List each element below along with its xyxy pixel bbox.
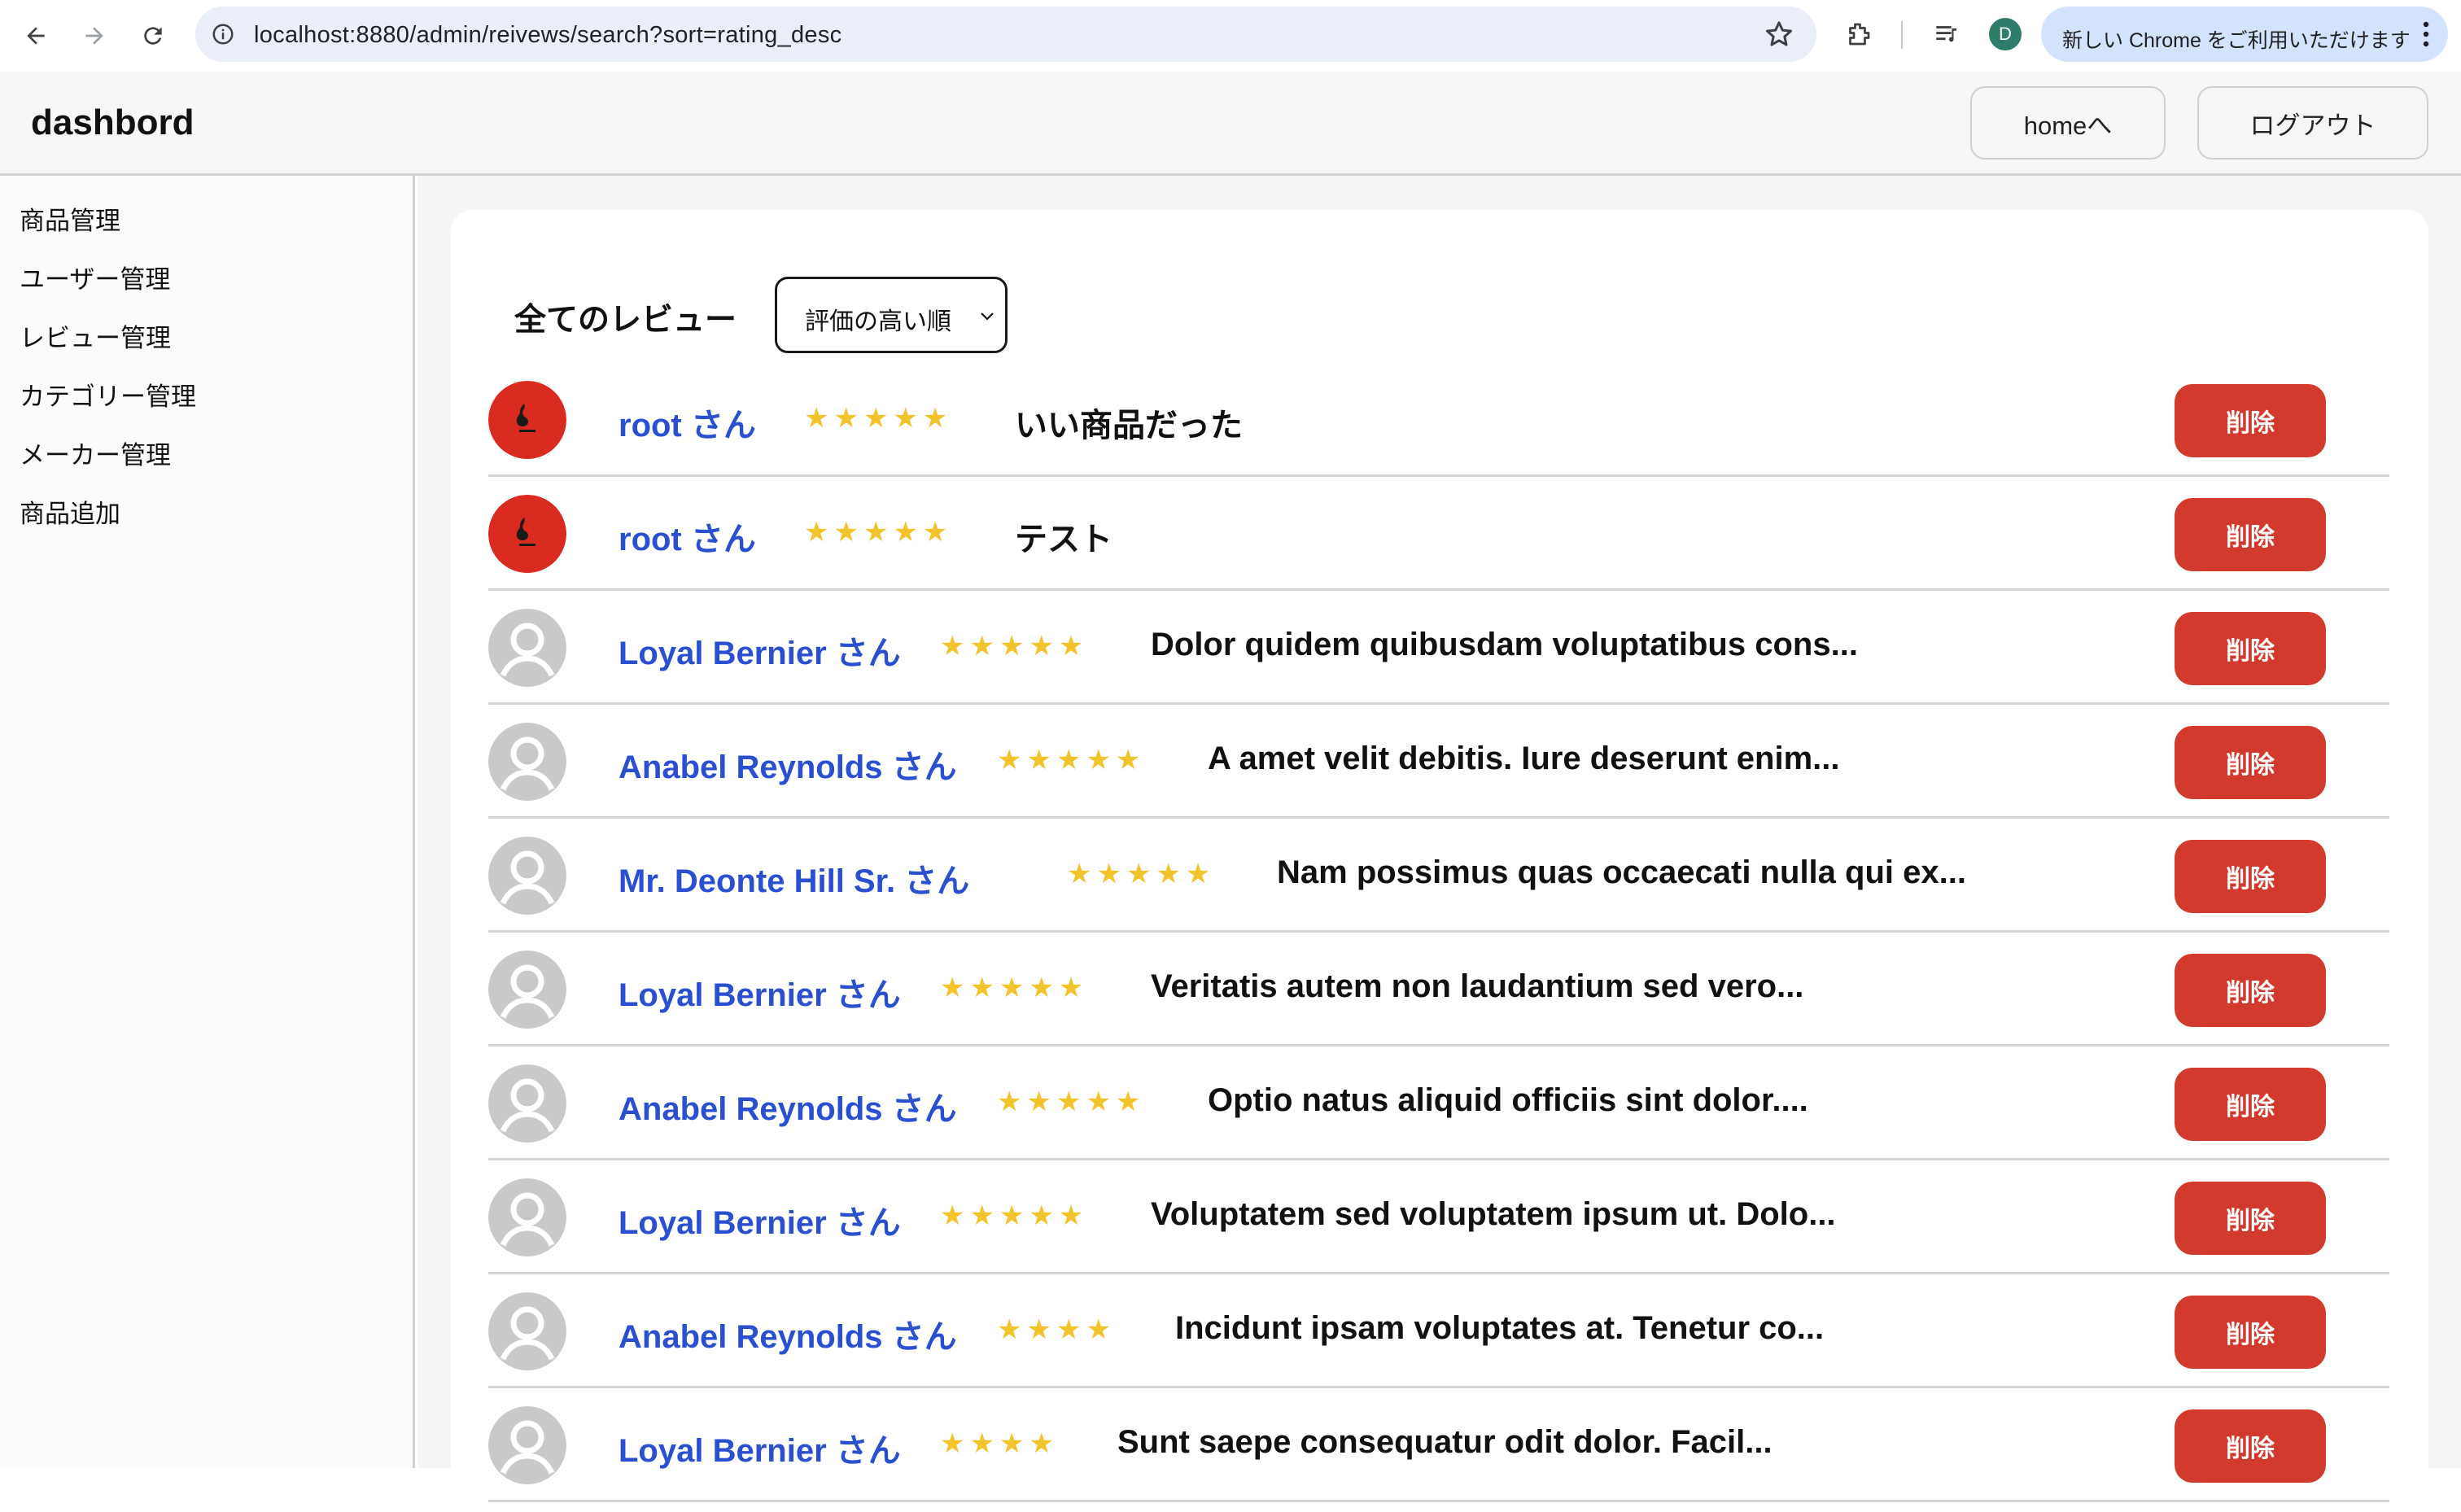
- profile-avatar[interactable]: D: [1989, 18, 2022, 50]
- reviewer-name-link[interactable]: Loyal Bernier さん: [619, 627, 901, 674]
- page-title: 全てのレビュー: [514, 303, 737, 338]
- chevron-down-icon: [981, 312, 994, 321]
- reload-icon: [144, 27, 162, 45]
- review-text: Incidunt ipsam voluptates at. Tenetur co…: [1175, 1310, 1825, 1346]
- review-text: Dolor quidem quibusdam voluptatibus cons…: [1151, 627, 1858, 662]
- rating-stars: ★★★★: [940, 1428, 1059, 1459]
- rating-stars: ★★★★★: [997, 745, 1146, 776]
- user-avatar-image: [488, 381, 566, 459]
- review-row: Anabel Reynolds さん ★★★★★ Optio natus aliqu…: [488, 1047, 2389, 1160]
- sort-select-value: 評価の高い順: [805, 308, 951, 335]
- default-avatar-icon: [488, 1406, 566, 1484]
- chrome-update-button[interactable]: 新しい Chrome をご利用いただけます: [2041, 7, 2448, 62]
- delete-button[interactable]: 削除: [2175, 1182, 2326, 1255]
- default-avatar-icon: [488, 723, 566, 801]
- reviewer-name-link[interactable]: root さん: [619, 513, 756, 560]
- delete-button[interactable]: 削除: [2175, 726, 2326, 799]
- reviewer-name-link[interactable]: Anabel Reynolds さん: [619, 1310, 957, 1357]
- default-avatar-icon: [488, 1064, 566, 1143]
- forward-button[interactable]: [73, 15, 116, 57]
- arrow-right-icon: [85, 27, 103, 45]
- sidebar-item-add-product[interactable]: 商品追加: [20, 493, 120, 530]
- rating-stars: ★★★★★: [1067, 859, 1216, 889]
- delete-button[interactable]: 削除: [2175, 954, 2326, 1027]
- review-text: Voluptatem sed voluptatem ipsum ut. Dolo…: [1151, 1196, 1836, 1232]
- sidebar-item-reviews[interactable]: レビュー管理: [20, 317, 171, 354]
- sidebar-item-categories[interactable]: カテゴリー管理: [20, 376, 196, 413]
- media-queue-icon[interactable]: [1929, 16, 1965, 52]
- reviewer-name-link[interactable]: Loyal Bernier さん: [619, 1196, 901, 1243]
- review-text: Veritatis autem non laudantium sed vero.…: [1151, 968, 1804, 1004]
- default-avatar-icon: [488, 837, 566, 915]
- reviewer-name-link[interactable]: root さん: [619, 399, 756, 446]
- review-row: Loyal Bernier さん ★★★★★ Dolor quidem quibus…: [488, 591, 2389, 705]
- reviewer-name-link[interactable]: Loyal Bernier さん: [619, 968, 901, 1016]
- review-row: Loyal Bernier さん ★★★★★ Veritatis autem non…: [488, 933, 2389, 1047]
- sidebar-item-products[interactable]: 商品管理: [20, 200, 120, 237]
- review-row: Anabel Reynolds さん ★★★★★ A amet velit debi…: [488, 705, 2389, 819]
- reviewer-name-link[interactable]: Mr. Deonte Hill Sr. さん: [619, 854, 969, 902]
- review-text: Nam possimus quas occaecati nulla qui ex…: [1277, 854, 1966, 890]
- review-row: Anabel Reynolds さん ★★★★ Incidunt ipsam vol…: [488, 1274, 2389, 1388]
- review-text: A amet velit debitis. Iure deserunt enim…: [1208, 741, 1840, 776]
- review-row: root さん ★★★★★ いい商品だった 削除: [488, 363, 2389, 477]
- default-avatar-icon: [488, 1292, 566, 1370]
- sidebar: [0, 176, 415, 1468]
- review-text: Optio natus aliquid officiis sint dolor.…: [1208, 1082, 1808, 1118]
- rating-stars: ★★★★★: [940, 1200, 1089, 1231]
- bookmark-star-icon[interactable]: [1763, 18, 1795, 50]
- address-bar[interactable]: localhost:8880/admin/reivews/search?sort…: [195, 7, 1816, 62]
- sidebar-item-makers[interactable]: メーカー管理: [20, 435, 171, 471]
- sort-select[interactable]: 評価の高い順: [775, 277, 1008, 353]
- extensions-icon[interactable]: [1841, 16, 1877, 52]
- reviewer-name-link[interactable]: Anabel Reynolds さん: [619, 1082, 957, 1130]
- logout-button[interactable]: ログアウト: [2197, 86, 2428, 160]
- reload-button[interactable]: [132, 15, 174, 57]
- back-button[interactable]: [15, 15, 57, 57]
- delete-button[interactable]: 削除: [2175, 384, 2326, 457]
- review-text: いい商品だった: [1015, 408, 1243, 444]
- delete-button[interactable]: 削除: [2175, 1296, 2326, 1369]
- user-avatar-image: [488, 495, 566, 573]
- rating-stars: ★★★★★: [804, 517, 953, 548]
- review-row: Loyal Bernier さん ★★★★★ Voluptatem sed volu…: [488, 1160, 2389, 1274]
- rating-stars: ★★★★★: [940, 972, 1089, 1003]
- delete-button[interactable]: 削除: [2175, 1409, 2326, 1483]
- delete-button[interactable]: 削除: [2175, 1068, 2326, 1141]
- review-text: テスト: [1015, 522, 1112, 557]
- chrome-update-text: 新しい Chrome をご利用いただけます: [2062, 29, 2411, 52]
- rating-stars: ★★★★★: [997, 1086, 1146, 1117]
- brand-title: dashbord: [31, 103, 195, 142]
- rating-stars: ★★★★: [997, 1314, 1116, 1345]
- reviewer-name-link[interactable]: Anabel Reynolds さん: [619, 741, 957, 788]
- rating-stars: ★★★★★: [804, 403, 953, 434]
- default-avatar-icon: [488, 1178, 566, 1256]
- review-text: Sunt saepe consequatur odit dolor. Facil…: [1117, 1424, 1773, 1460]
- app-header: dashbord homeへ ログアウト: [0, 72, 2461, 176]
- more-vert-icon[interactable]: [2422, 20, 2430, 49]
- browser-toolbar: localhost:8880/admin/reivews/search?sort…: [0, 0, 2461, 72]
- toolbar-separator: [1901, 21, 1903, 49]
- review-row: Mr. Deonte Hill Sr. さん ★★★★★ Nam possimus …: [488, 819, 2389, 933]
- delete-button[interactable]: 削除: [2175, 612, 2326, 685]
- sidebar-item-users[interactable]: ユーザー管理: [20, 259, 170, 295]
- delete-button[interactable]: 削除: [2175, 498, 2326, 571]
- arrow-left-icon: [27, 27, 45, 45]
- home-button[interactable]: homeへ: [1970, 86, 2166, 160]
- site-info-icon[interactable]: [207, 18, 239, 50]
- delete-button[interactable]: 削除: [2175, 840, 2326, 913]
- review-row: Loyal Bernier さん ★★★★ Sunt saepe consequat…: [488, 1388, 2389, 1502]
- default-avatar-icon: [488, 609, 566, 687]
- review-row: root さん ★★★★★ テスト 削除: [488, 477, 2389, 591]
- rating-stars: ★★★★★: [940, 631, 1089, 662]
- url-text[interactable]: localhost:8880/admin/reivews/search?sort…: [254, 22, 841, 49]
- reviewer-name-link[interactable]: Loyal Bernier さん: [619, 1424, 901, 1471]
- default-avatar-icon: [488, 950, 566, 1029]
